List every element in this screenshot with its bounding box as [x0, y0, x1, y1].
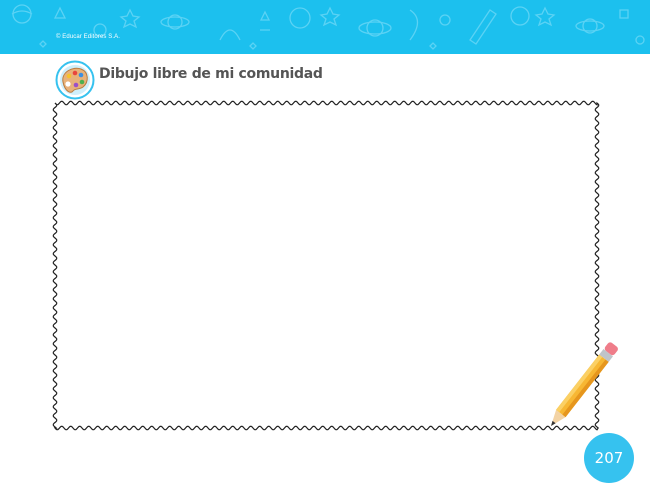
space-doodle-pattern [11, 4, 645, 50]
copyright-notice: © Educar Editores S.A. [56, 34, 120, 40]
page-number-badge: 207 [584, 433, 634, 483]
pencil-icon [551, 342, 618, 426]
paint-palette-icon [55, 60, 95, 100]
drawing-area[interactable] [50, 98, 602, 434]
page-title: Dibujo libre de mi comunidad [99, 66, 323, 82]
page-number: 207 [594, 449, 624, 467]
header-band: © Educar Editores S.A. [0, 0, 650, 54]
